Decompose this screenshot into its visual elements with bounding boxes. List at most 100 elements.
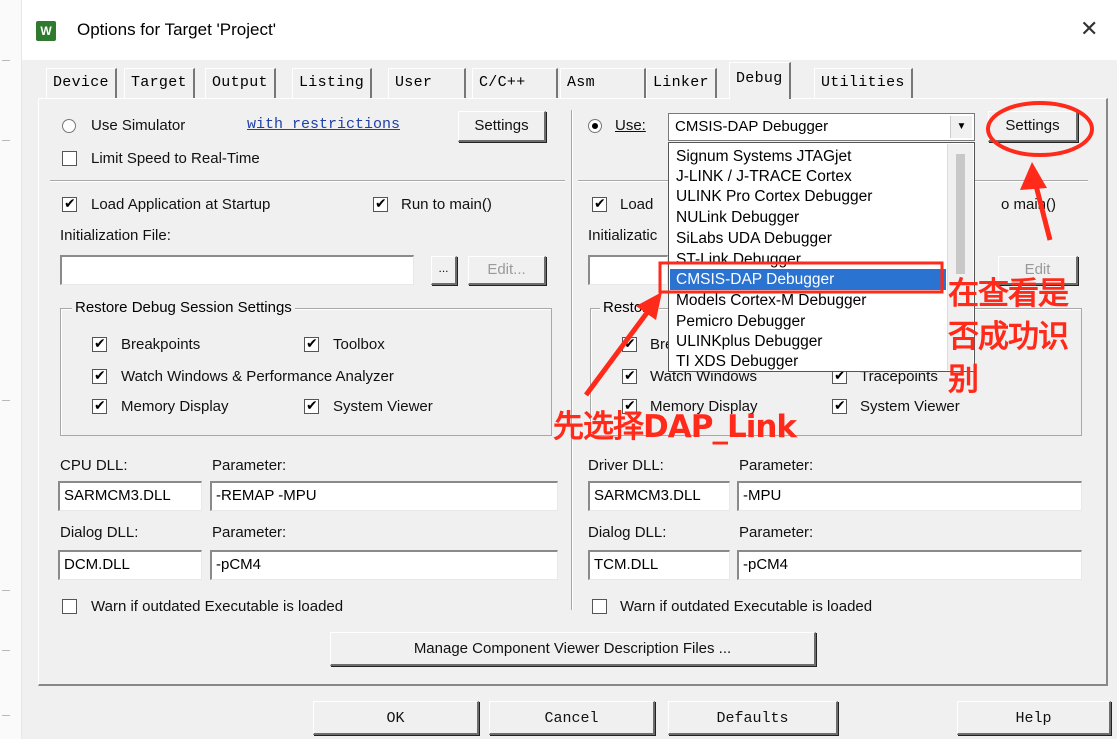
debugger-select[interactable]: CMSIS-DAP Debugger ▼ (668, 113, 975, 141)
right-dialog-param-field[interactable]: -pCM4 (737, 550, 1082, 580)
tab-target[interactable]: Target (124, 68, 195, 98)
toolbox-label: Toolbox (333, 336, 385, 353)
right-init-file-input[interactable] (588, 255, 668, 285)
gutter-mark (2, 400, 10, 401)
gutter-mark (2, 590, 10, 591)
right-system-viewer-checkbox[interactable] (832, 397, 847, 414)
right-watch-windows-checkbox[interactable] (622, 367, 637, 384)
debugger-settings-button[interactable]: Settings (988, 111, 1078, 142)
debugger-select-value: CMSIS-DAP Debugger (675, 118, 829, 135)
debugger-option[interactable]: ULINKplus Debugger (670, 331, 946, 352)
manage-component-viewer-button[interactable]: Manage Component Viewer Description File… (330, 632, 816, 666)
right-init-file-label: Initializatic (588, 227, 658, 244)
dialog-param-label: Parameter: (212, 524, 287, 541)
debugger-dropdown-list[interactable]: Signum Systems JTAGjet J-LINK / J-TRACE … (668, 142, 975, 372)
gutter-mark (2, 715, 10, 716)
system-viewer-label: System Viewer (333, 398, 433, 415)
tab-cpp[interactable]: C/C++ (472, 68, 558, 98)
watch-windows-label: Watch Windows & Performance Analyzer (121, 368, 394, 385)
gutter-mark (2, 650, 10, 651)
ok-button[interactable]: OK (313, 701, 479, 735)
watch-windows-checkbox[interactable] (92, 367, 107, 384)
system-viewer-checkbox[interactable] (304, 397, 319, 414)
tab-asm[interactable]: Asm (560, 68, 646, 98)
use-simulator-label: Use Simulator (91, 117, 186, 134)
tab-user[interactable]: User (388, 68, 466, 98)
load-app-checkbox[interactable] (62, 195, 77, 212)
toolbox-checkbox[interactable] (304, 335, 319, 352)
cpu-dll-label: CPU DLL: (60, 457, 128, 474)
breakpoints-checkbox[interactable] (92, 335, 107, 352)
tab-listing[interactable]: Listing (292, 68, 373, 98)
use-label: Use: (615, 117, 646, 134)
right-warn-outdated-checkbox[interactable] (592, 599, 607, 614)
run-to-main-checkbox[interactable] (373, 195, 388, 212)
cancel-button[interactable]: Cancel (489, 701, 655, 735)
browse-button[interactable]: ... (431, 256, 457, 285)
init-file-label: Initialization File: (60, 227, 171, 244)
restore-settings-title: Restore Debug Session Settings (72, 299, 295, 316)
annotation-check-line2: 否成功识 (948, 319, 1069, 355)
cpu-dll-field[interactable]: SARMCM3.DLL (58, 481, 202, 511)
right-system-viewer-label: System Viewer (860, 398, 960, 415)
tab-linker[interactable]: Linker (646, 68, 717, 98)
tab-output[interactable]: Output (205, 68, 276, 98)
warn-outdated-label: Warn if outdated Executable is loaded (91, 598, 344, 615)
memory-display-checkbox[interactable] (92, 397, 107, 414)
tab-device[interactable]: Device (46, 68, 117, 98)
app-icon: W (36, 21, 56, 41)
debugger-option[interactable]: NULink Debugger (670, 207, 946, 228)
right-run-to-main-label: o main() (1001, 196, 1057, 213)
separator (50, 180, 565, 182)
debugger-option[interactable]: ST-Link Debugger (670, 249, 946, 270)
defaults-button[interactable]: Defaults (668, 701, 838, 735)
scrollbar-thumb[interactable] (956, 154, 965, 274)
right-dialog-param-label: Parameter: (739, 524, 814, 541)
driver-dll-label: Driver DLL: (588, 457, 664, 474)
annotation-select-dap: 先选择DAP_Link (553, 409, 797, 445)
debugger-option-selected[interactable]: CMSIS-DAP Debugger (670, 269, 946, 290)
debugger-option[interactable]: Pemicro Debugger (670, 311, 946, 332)
gutter-mark (2, 140, 10, 141)
dialog-dll-label: Dialog DLL: (60, 524, 139, 541)
debugger-option[interactable]: SiLabs UDA Debugger (670, 228, 946, 249)
simulator-settings-button[interactable]: Settings (458, 111, 546, 142)
init-file-input[interactable] (60, 255, 414, 285)
column-divider (571, 110, 573, 610)
right-dialog-dll-field[interactable]: TCM.DLL (588, 550, 730, 580)
debugger-option[interactable]: Signum Systems JTAGjet (670, 146, 946, 167)
memory-display-label: Memory Display (121, 398, 229, 415)
debugger-option[interactable]: TI XDS Debugger (670, 351, 946, 372)
annotation-check-line3: 别 (948, 362, 979, 398)
close-icon[interactable]: ✕ (1080, 16, 1098, 42)
driver-param-field[interactable]: -MPU (737, 481, 1082, 511)
cpu-param-field[interactable]: -REMAP -MPU (210, 481, 558, 511)
right-restore-settings-title: Restore (600, 299, 659, 316)
debugger-option[interactable]: J-LINK / J-TRACE Cortex (670, 166, 946, 187)
right-dialog-dll-label: Dialog DLL: (588, 524, 667, 541)
with-restrictions-link[interactable]: with restrictions (247, 116, 400, 133)
tab-debug[interactable]: Debug (729, 62, 791, 99)
dialog-param-field[interactable]: -pCM4 (210, 550, 558, 580)
limit-speed-checkbox[interactable] (62, 151, 77, 166)
use-debugger-radio[interactable] (588, 119, 602, 133)
right-load-app-label: Load (620, 196, 654, 213)
debugger-option[interactable]: Models Cortex-M Debugger (670, 290, 946, 311)
annotation-check-line1: 在查看是 (948, 276, 1069, 312)
right-load-app-checkbox[interactable] (592, 195, 607, 212)
tab-utilities[interactable]: Utilities (814, 68, 913, 98)
warn-outdated-checkbox[interactable] (62, 599, 77, 614)
use-simulator-radio[interactable] (62, 119, 76, 133)
right-breakpoints-checkbox[interactable] (622, 335, 637, 352)
load-app-label: Load Application at Startup (91, 196, 271, 213)
edit-button[interactable]: Edit... (468, 256, 546, 285)
breakpoints-label: Breakpoints (121, 336, 201, 353)
driver-dll-field[interactable]: SARMCM3.DLL (588, 481, 730, 511)
help-button[interactable]: Help (957, 701, 1111, 735)
dialog-dll-field[interactable]: DCM.DLL (58, 550, 202, 580)
chevron-down-icon[interactable]: ▼ (950, 116, 972, 138)
limit-speed-label: Limit Speed to Real-Time (91, 150, 260, 167)
right-warn-outdated-label: Warn if outdated Executable is loaded (620, 598, 873, 615)
window-title: Options for Target 'Project' (77, 20, 276, 39)
debugger-option[interactable]: ULINK Pro Cortex Debugger (670, 186, 946, 207)
